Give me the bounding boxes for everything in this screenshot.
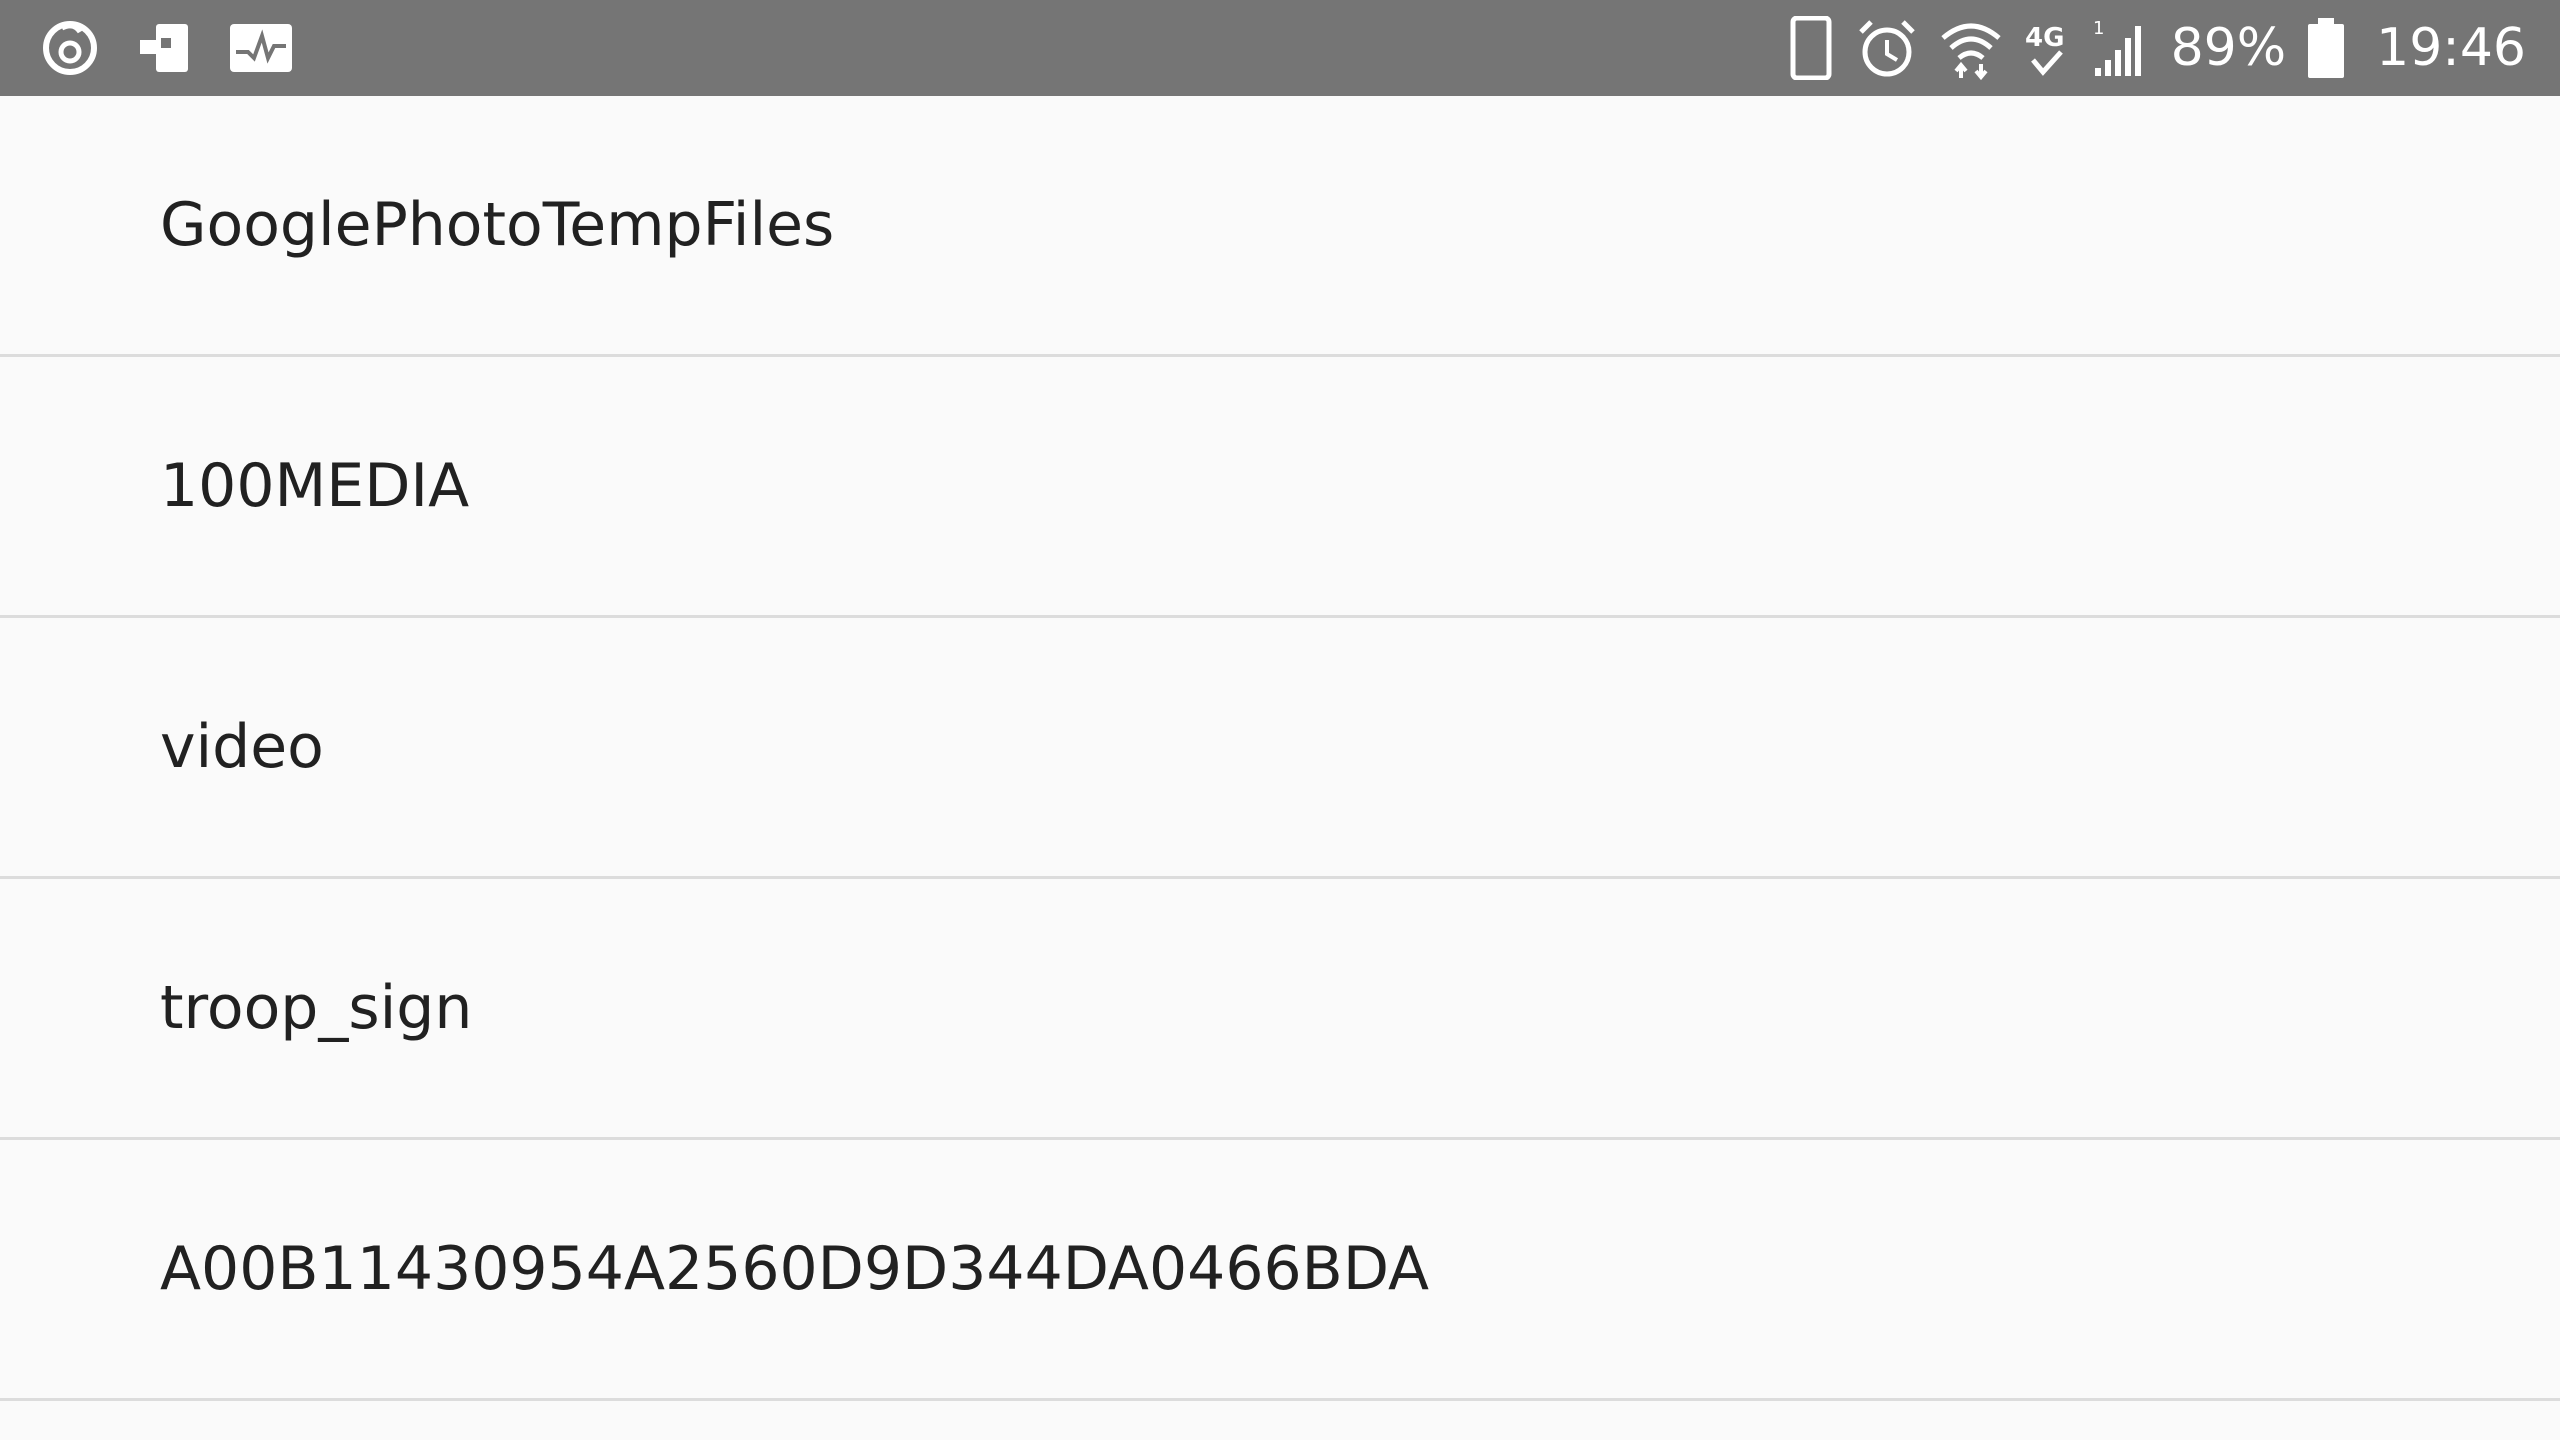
folder-name: troop_sign (160, 973, 473, 1043)
list-item[interactable]: A00B11430954A2560D9D344DA0466BDA (0, 1140, 2560, 1401)
notification-icons (40, 0, 294, 96)
signal-icon: 1 (2091, 16, 2147, 80)
activity-monitor-icon (228, 18, 294, 78)
folder-list: GooglePhotoTempFiles 100MEDIA video troo… (0, 96, 2560, 1440)
folder-name: 100MEDIA (160, 451, 470, 521)
battery-percent: 89% (2170, 18, 2287, 78)
system-icons: 4G 1 89% 19:46 (1787, 0, 2526, 96)
netease-music-icon (40, 18, 100, 78)
4g-icon: 4G (2023, 16, 2071, 80)
app-transfer-icon (134, 18, 194, 78)
list-item[interactable]: GooglePhotoTempFiles (0, 96, 2560, 357)
wifi-icon (1939, 16, 2003, 80)
list-item[interactable]: 100MEDIA (0, 357, 2560, 618)
svg-text:4G: 4G (2025, 23, 2064, 53)
status-bar: 4G 1 89% 19:46 (0, 0, 2560, 96)
folder-name: GooglePhotoTempFiles (160, 190, 835, 260)
svg-text:1: 1 (2093, 18, 2104, 39)
battery-icon (2306, 16, 2346, 80)
list-item[interactable]: troop_sign (0, 879, 2560, 1140)
folder-name: video (160, 712, 324, 782)
clock: 19:46 (2376, 18, 2526, 78)
phone-icon (1787, 16, 1835, 80)
folder-name: A00B11430954A2560D9D344DA0466BDA (160, 1234, 1430, 1304)
list-item[interactable]: video (0, 618, 2560, 879)
alarm-icon (1855, 16, 1919, 80)
